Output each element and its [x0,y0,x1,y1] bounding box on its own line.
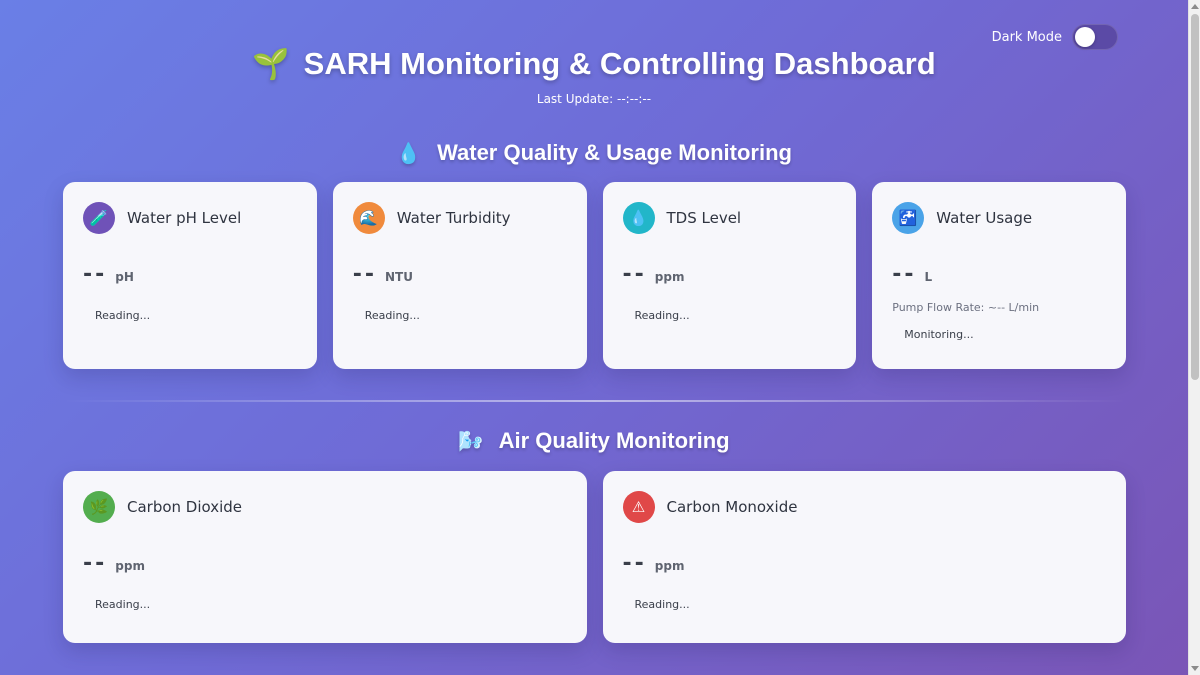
page-title-text: SARH Monitoring & Controlling Dashboard [303,46,936,81]
water-section-title: 💧 Water Quality & Usage Monitoring [0,140,1188,166]
air-section-title: 🌬️ Air Quality Monitoring [0,428,1188,454]
dark-mode-label: Dark Mode [991,29,1062,45]
water-usage-unit: L [924,270,933,284]
turbidity-card-title: Water Turbidity [396,209,511,227]
tds-card-header: 💧 TDS Level [622,202,837,234]
tds-card: 💧 TDS Level -- ppm Reading... [602,182,857,369]
scroll-thumb[interactable] [1191,14,1199,380]
tds-unit: ppm [654,270,685,284]
test-tube-icon: 🧪 [83,202,115,234]
water-usage-value: -- [892,262,917,287]
air-card-grid: 🌿 Carbon Dioxide -- ppm Reading... ⚠ Car… [63,471,1126,643]
co-value-row: -- ppm [623,551,1107,576]
water-usage-status: Monitoring... [904,328,974,341]
turbidity-card: 🌊 Water Turbidity -- NTU Reading... [332,182,587,369]
ph-card: 🧪 Water pH Level -- pH Reading... [63,182,317,369]
co2-card-header: 🌿 Carbon Dioxide [83,491,567,523]
water-usage-card-title: Water Usage [936,209,1033,227]
turbidity-unit: NTU [385,270,413,284]
co2-status: Reading... [95,598,151,611]
water-section-title-text: Water Quality & Usage Monitoring [437,140,792,165]
ph-unit: pH [115,270,134,284]
wave-icon: 🌊 [352,202,385,234]
switch-knob [1075,27,1095,47]
water-usage-card-header: 🚰 Water Usage [892,202,1106,234]
co2-card-title: Carbon Dioxide [127,498,243,516]
co-status: Reading... [634,598,690,611]
vertical-scrollbar[interactable] [1188,0,1200,675]
co2-card: 🌿 Carbon Dioxide -- ppm Reading... [63,471,587,643]
tds-status: Reading... [634,309,690,322]
co2-value: -- [83,551,108,576]
ph-value-row: -- pH [83,262,297,287]
co-unit: ppm [654,559,685,573]
turbidity-value-row: -- NTU [353,262,567,287]
ph-status: Reading... [95,309,151,322]
tds-value-row: -- ppm [623,262,837,287]
tds-value: -- [622,262,647,287]
section-divider [63,400,1126,402]
dashboard-page: Dark Mode 🌱 SARH Monitoring & Controllin… [0,0,1188,675]
air-icon: 🌬️ [458,431,484,453]
warning-icon: ⚠ [622,491,655,523]
ph-card-header: 🧪 Water pH Level [83,202,297,234]
seedling-icon: 🌱 [252,47,290,81]
page-title: 🌱 SARH Monitoring & Controlling Dashboar… [252,46,935,82]
co2-value-row: -- ppm [83,551,567,576]
air-section-title-text: Air Quality Monitoring [498,428,730,453]
ph-value: -- [83,262,108,287]
tds-card-title: TDS Level [666,209,742,227]
turbidity-card-header: 🌊 Water Turbidity [352,202,567,234]
scroll-up-icon[interactable] [1191,4,1199,9]
scroll-down-icon[interactable] [1191,666,1199,671]
turbidity-status: Reading... [364,309,420,322]
co-card-title: Carbon Monoxide [666,498,798,516]
turbidity-value: -- [352,262,378,287]
co-card-header: ⚠ Carbon Monoxide [622,491,1107,523]
co-value: -- [622,551,647,576]
page-header: 🌱 SARH Monitoring & Controlling Dashboar… [0,46,1188,106]
co-card: ⚠ Carbon Monoxide -- ppm Reading... [602,471,1126,643]
droplet-icon: 💧 [622,202,655,234]
pump-flow-rate: Pump Flow Rate: ~-- L/min [892,301,1040,314]
water-drop-icon: 💧 [396,143,421,165]
co2-unit: ppm [115,559,145,573]
water-usage-value-row: -- L [892,262,1106,287]
leaf-icon: 🌿 [83,491,115,523]
ph-card-title: Water pH Level [127,209,242,227]
faucet-icon: 🚰 [892,202,925,234]
last-update: Last Update: --:--:-- [536,92,652,106]
water-card-grid: 🧪 Water pH Level -- pH Reading... 🌊 Wate… [63,182,1126,369]
water-usage-card: 🚰 Water Usage -- L Pump Flow Rate: ~-- L… [872,182,1126,369]
